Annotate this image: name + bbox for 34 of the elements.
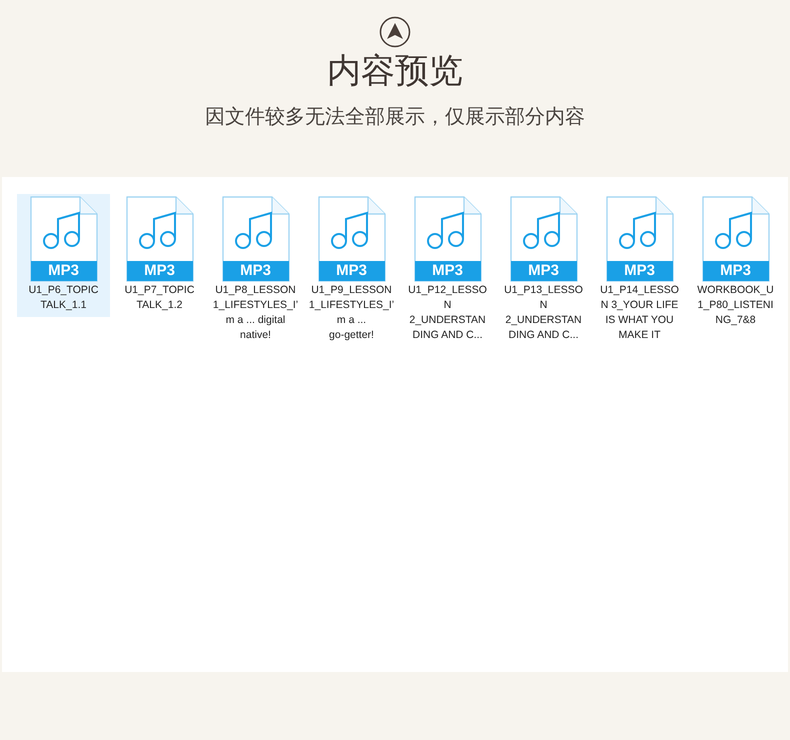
file-item[interactable]: MP3 U1_P12_LESSO N 2_UNDERSTAN DING AND C... xyxy=(401,194,494,347)
file-type-label: MP3 xyxy=(431,263,464,279)
file-name: U1_P13_LESSO N 2_UNDERSTAN DING AND C... xyxy=(504,283,583,343)
file-item[interactable]: MP3 U1_P6_TOPIC TALK_1.1 xyxy=(17,194,110,317)
audio-file-icon xyxy=(126,196,194,282)
file-item[interactable]: MP3 U1_P13_LESSO N 2_UNDERSTAN DING AND C... xyxy=(497,194,590,347)
file-item[interactable]: MP3 U1_P7_TOPIC TALK_1.2 xyxy=(113,194,206,317)
file-item[interactable]: MP3 U1_P9_LESSON 1_LIFESTYLES_I’ m a ... go-getter! xyxy=(305,194,398,347)
file-type-label: MP3 xyxy=(335,263,368,279)
audio-file-icon xyxy=(30,196,98,282)
file-type-label: MP3 xyxy=(623,263,656,279)
file-name: U1_P7_TOPIC TALK_1.2 xyxy=(124,283,194,313)
audio-file-icon xyxy=(510,196,578,282)
audio-file-icon xyxy=(702,196,770,282)
audio-file-icon xyxy=(606,196,674,282)
audio-file-icon xyxy=(222,196,290,282)
audio-file-icon xyxy=(318,196,386,282)
file-name: WORKBOOK_U 1_P80_LISTENI NG_7&8 xyxy=(697,283,774,328)
file-item[interactable]: MP3 U1_P8_LESSON 1_LIFESTYLES_I’ m a ... digital native! xyxy=(209,194,302,347)
file-item[interactable]: MP3 U1_P14_LESSO N 3_YOUR LIFE IS WHAT YOU MAKE IT xyxy=(593,194,686,347)
file-type-label: MP3 xyxy=(719,263,752,279)
file-name: U1_P8_LESSON 1_LIFESTYLES_I’ m a ... digital native! xyxy=(212,283,298,343)
audio-file-icon xyxy=(414,196,482,282)
file-name: U1_P14_LESSO N 3_YOUR LIFE IS WHAT YOU MAKE IT xyxy=(600,283,679,343)
file-name: U1_P6_TOPIC TALK_1.1 xyxy=(28,283,98,313)
file-item[interactable]: MP3 WORKBOOK_U 1_P80_LISTENI NG_7&8 xyxy=(689,194,782,332)
file-type-label: MP3 xyxy=(143,263,176,279)
file-type-label: MP3 xyxy=(47,263,80,279)
page-title: 内容预览 xyxy=(327,51,463,91)
file-type-label: MP3 xyxy=(527,263,560,279)
file-name: U1_P12_LESSO N 2_UNDERSTAN DING AND C... xyxy=(408,283,487,343)
file-type-label: MP3 xyxy=(239,263,272,279)
file-name: U1_P9_LESSON 1_LIFESTYLES_I’ m a ... go-getter! xyxy=(308,283,394,343)
page-subtitle: 因文件较多无法全部展示，仅展示部分内容 xyxy=(205,103,585,129)
